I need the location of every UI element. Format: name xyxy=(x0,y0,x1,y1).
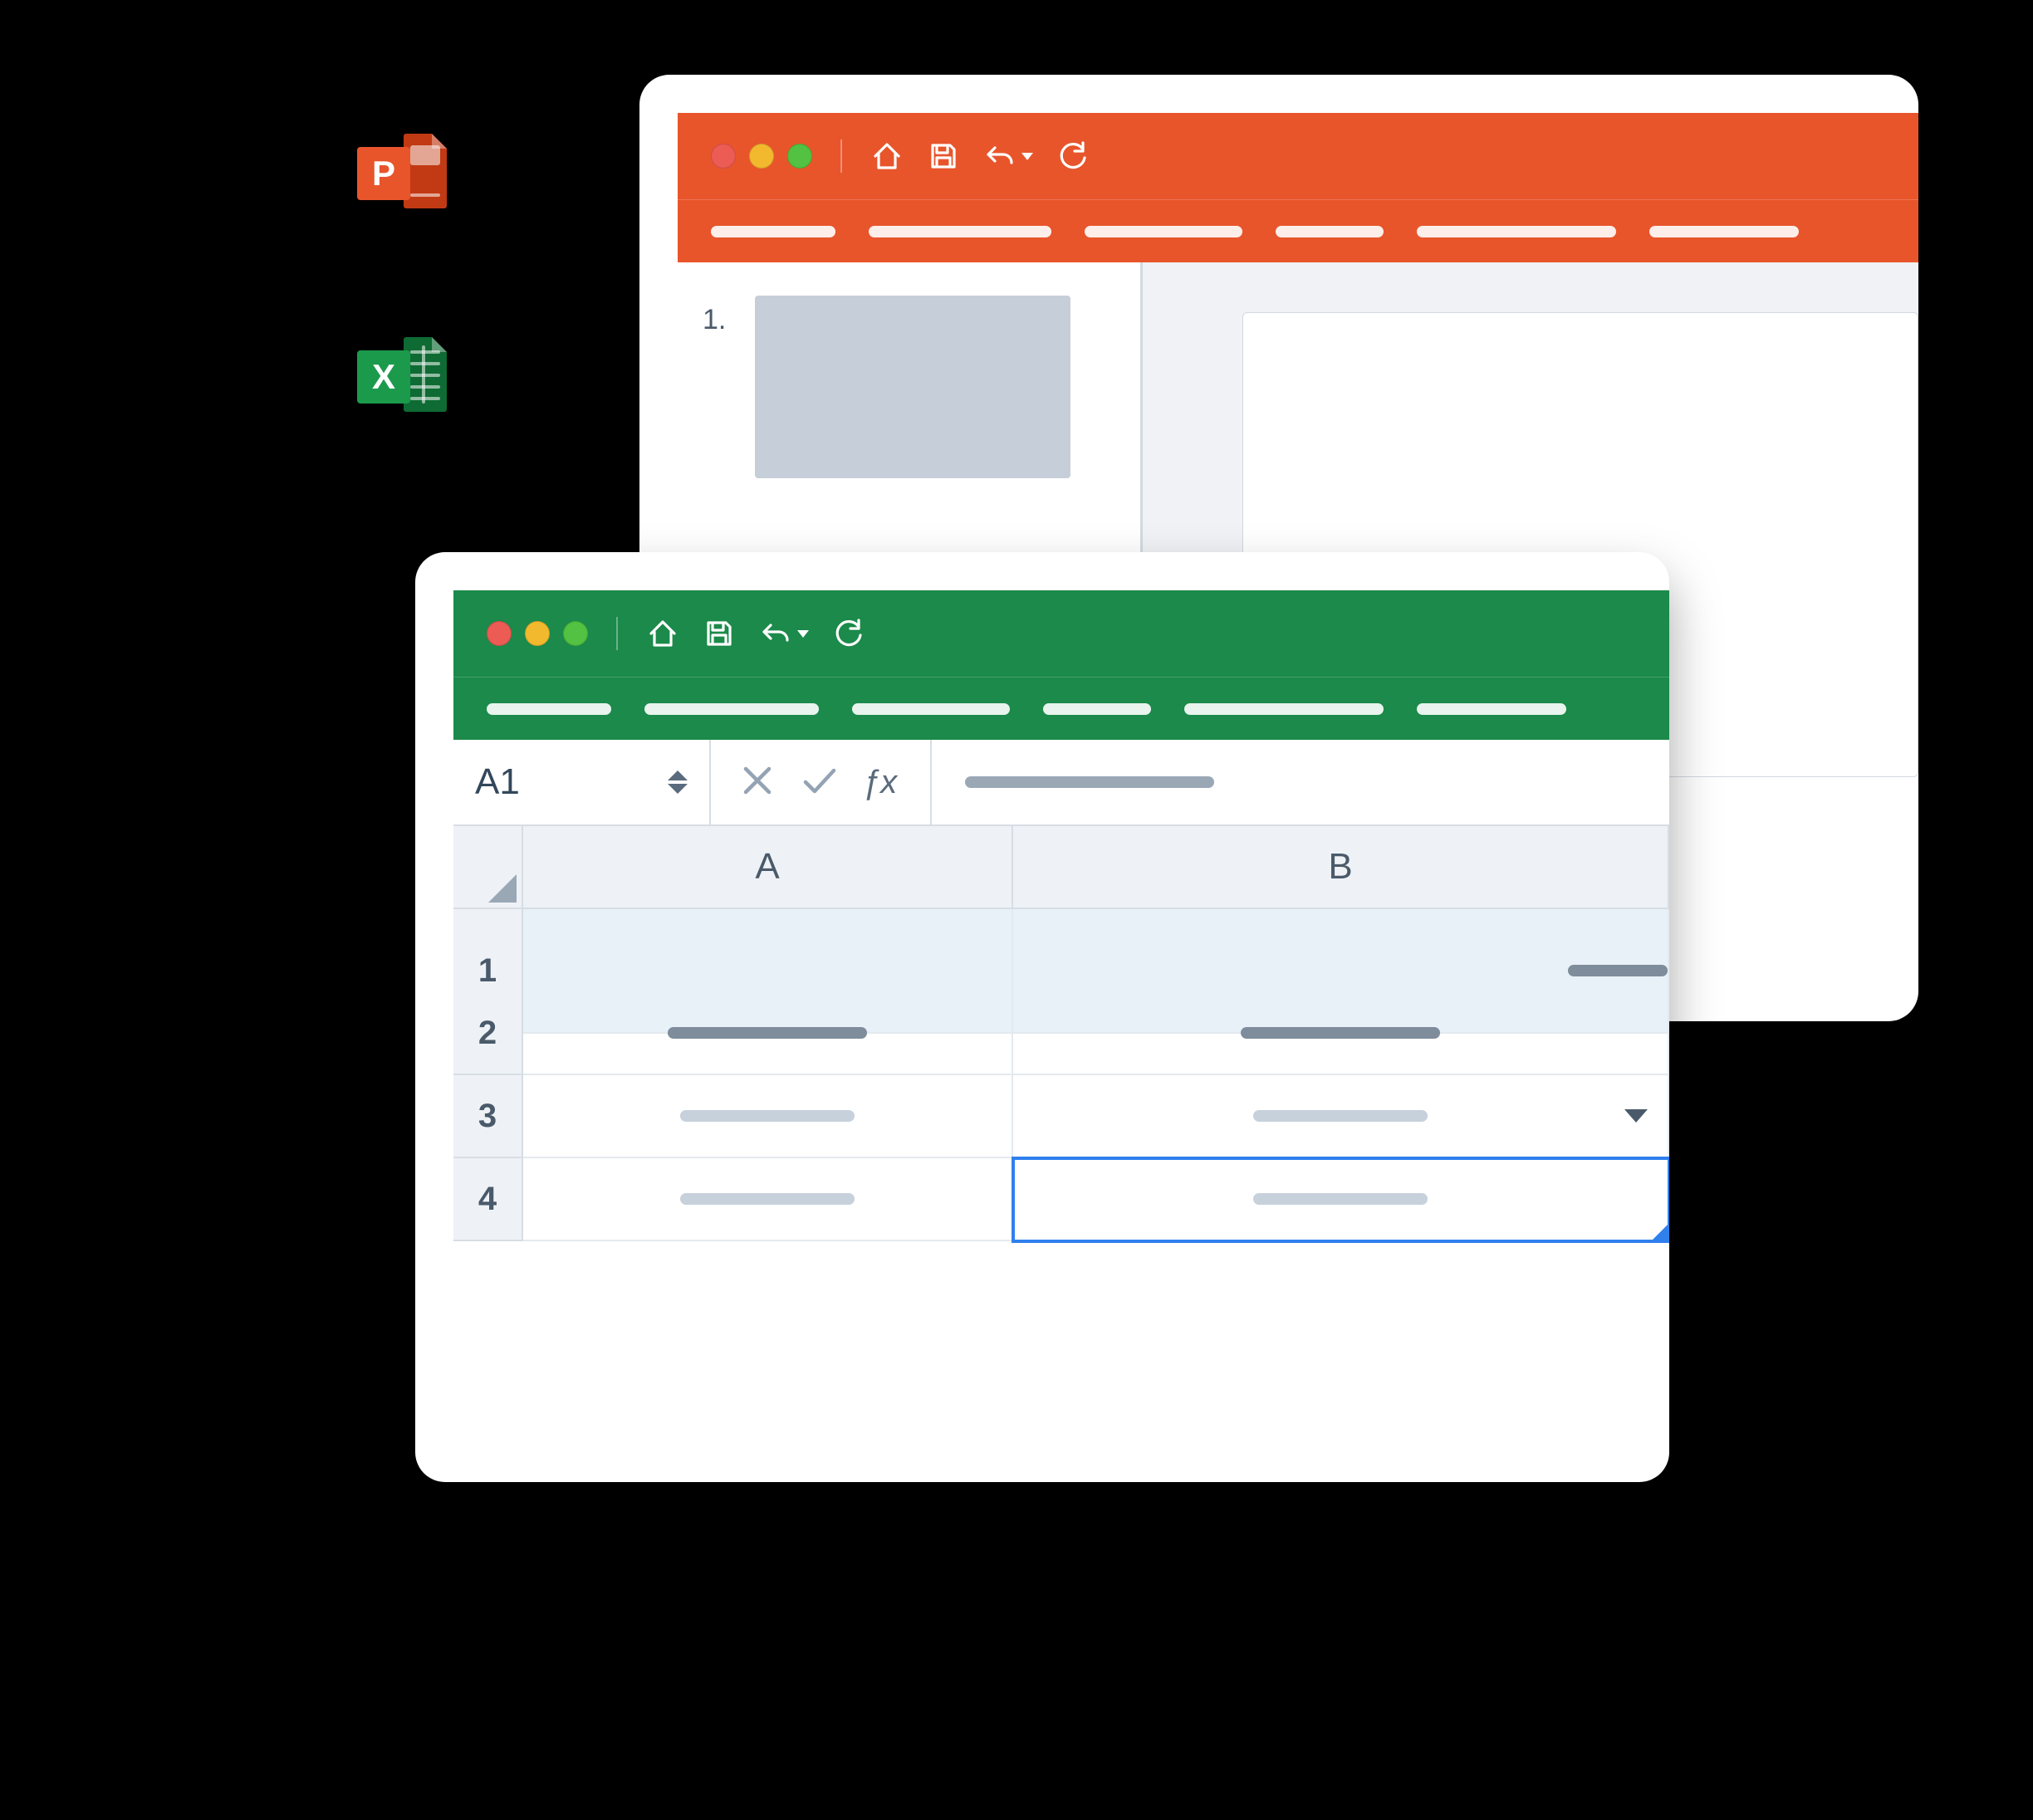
cell-A4[interactable] xyxy=(523,1158,1013,1241)
refresh-icon[interactable] xyxy=(1056,139,1090,173)
formula-input[interactable] xyxy=(932,740,1669,824)
formula-bar: A1 ƒx xyxy=(453,740,1669,826)
ribbon-tab[interactable] xyxy=(852,703,1010,715)
row-header-2[interactable]: 2 xyxy=(453,992,523,1075)
fx-label[interactable]: ƒx xyxy=(862,764,902,801)
undo-icon[interactable] xyxy=(759,617,792,650)
cancel-formula-icon[interactable] xyxy=(739,762,776,803)
excel-ribbon xyxy=(453,677,1669,740)
cell-A2[interactable] xyxy=(523,992,1013,1075)
spreadsheet-grid: A B 1 2 3 4 xyxy=(453,826,1669,1241)
powerpoint-letter: P xyxy=(357,147,410,200)
excel-titlebar xyxy=(453,590,1669,677)
powerpoint-file-icon: P xyxy=(357,129,448,220)
powerpoint-ribbon xyxy=(678,199,1918,262)
save-icon[interactable] xyxy=(703,617,736,650)
home-icon[interactable] xyxy=(870,139,904,173)
ribbon-tab[interactable] xyxy=(1417,703,1566,715)
cell-B2[interactable] xyxy=(1013,992,1669,1075)
ribbon-tab[interactable] xyxy=(644,703,819,715)
row-header-4[interactable]: 4 xyxy=(453,1158,523,1241)
cell-B4-active[interactable] xyxy=(1013,1158,1669,1241)
save-icon[interactable] xyxy=(927,139,960,173)
close-button[interactable] xyxy=(487,621,512,646)
window-controls xyxy=(711,144,812,169)
zoom-button[interactable] xyxy=(787,144,812,169)
powerpoint-titlebar xyxy=(678,113,1918,199)
undo-dropdown-icon[interactable] xyxy=(1021,153,1033,160)
column-header-A[interactable]: A xyxy=(523,826,1013,909)
ribbon-tab[interactable] xyxy=(487,703,611,715)
ribbon-tab[interactable] xyxy=(1276,226,1384,237)
ribbon-tab[interactable] xyxy=(1417,226,1616,237)
minimize-button[interactable] xyxy=(749,144,774,169)
ribbon-tab[interactable] xyxy=(711,226,835,237)
undo-icon[interactable] xyxy=(983,139,1017,173)
zoom-button[interactable] xyxy=(563,621,588,646)
ribbon-tab[interactable] xyxy=(1043,703,1151,715)
refresh-icon[interactable] xyxy=(832,617,865,650)
slide-thumbnail[interactable] xyxy=(755,296,1070,478)
excel-letter: X xyxy=(357,350,410,404)
ribbon-tab[interactable] xyxy=(869,226,1051,237)
name-box-value: A1 xyxy=(475,761,520,803)
ribbon-tab[interactable] xyxy=(1649,226,1799,237)
excel-file-icon: X xyxy=(357,332,448,423)
ribbon-tab[interactable] xyxy=(1184,703,1384,715)
select-all-corner[interactable] xyxy=(453,826,523,909)
accept-formula-icon[interactable] xyxy=(801,762,837,803)
close-button[interactable] xyxy=(711,144,736,169)
excel-window: A1 ƒx xyxy=(415,552,1669,1482)
undo-dropdown-icon[interactable] xyxy=(797,630,809,638)
column-header-B[interactable]: B xyxy=(1013,826,1669,909)
cell-A3[interactable] xyxy=(523,1075,1013,1158)
row-header-3[interactable]: 3 xyxy=(453,1075,523,1158)
slide-number: 1. xyxy=(703,304,726,336)
name-box[interactable]: A1 xyxy=(453,740,711,824)
cell-B3[interactable] xyxy=(1013,1075,1669,1158)
chevron-down-icon[interactable] xyxy=(1624,1109,1648,1123)
ribbon-tab[interactable] xyxy=(1085,226,1242,237)
home-icon[interactable] xyxy=(646,617,679,650)
name-box-stepper[interactable] xyxy=(668,771,688,794)
window-controls xyxy=(487,621,588,646)
minimize-button[interactable] xyxy=(525,621,550,646)
